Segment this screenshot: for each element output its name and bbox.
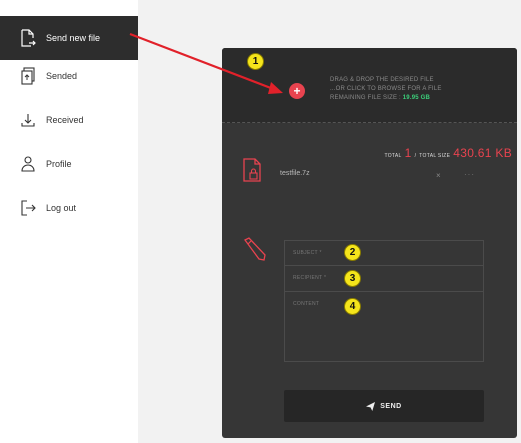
remaining-size: 19.95 GB [402,95,431,101]
file-send-icon [20,29,36,47]
add-file-button[interactable]: + [289,83,305,99]
pen-icon [242,236,268,267]
total-count: 1 [404,146,412,160]
sidebar-item-label: Received [46,115,84,125]
send-file-card: + DRAG & DROP THE DESIRED FILE ...OR CLI… [222,48,517,438]
send-button[interactable]: SEND [284,390,484,422]
subject-field[interactable]: SUBJECT * [284,240,484,266]
totals-summary: TOTAL 1 / TOTAL SIZE 430.61 KB [384,146,512,160]
recipient-field[interactable]: RECIPIENT * [284,266,484,292]
sidebar-item-received[interactable]: Received [0,98,138,142]
sidebar-item-sended[interactable]: Sended [0,54,138,98]
sidebar-item-label: Sended [46,71,78,81]
user-icon [20,155,36,173]
logout-icon [20,199,36,217]
file-item: testfile.7z [280,170,310,177]
file-more-options[interactable]: ··· [464,170,475,179]
sidebar-item-label: Send new file [46,33,101,43]
remove-file-button[interactable]: × [436,171,441,180]
file-drop-zone[interactable]: + DRAG & DROP THE DESIRED FILE ...OR CLI… [222,48,517,123]
sidebar-item-log-out[interactable]: Log out [0,186,138,230]
annotation-badge-3: 3 [344,270,361,287]
download-icon [20,111,36,129]
annotation-badge-4: 4 [344,298,361,315]
locked-file-icon [242,158,262,187]
total-size: 430.61 KB [453,146,512,160]
sidebar: Send new file Sended Received Profile Lo… [0,0,138,443]
sidebar-item-label: Profile [46,159,72,169]
sidebar-item-profile[interactable]: Profile [0,142,138,186]
send-icon [366,401,376,411]
annotation-badge-1: 1 [247,53,264,70]
content-textarea[interactable]: CONTENT [284,292,484,362]
sidebar-item-label: Log out [46,203,77,213]
annotation-badge-2: 2 [344,244,361,261]
sent-files-icon [20,67,36,85]
drop-instructions: DRAG & DROP THE DESIRED FILE ...OR CLICK… [330,77,442,101]
